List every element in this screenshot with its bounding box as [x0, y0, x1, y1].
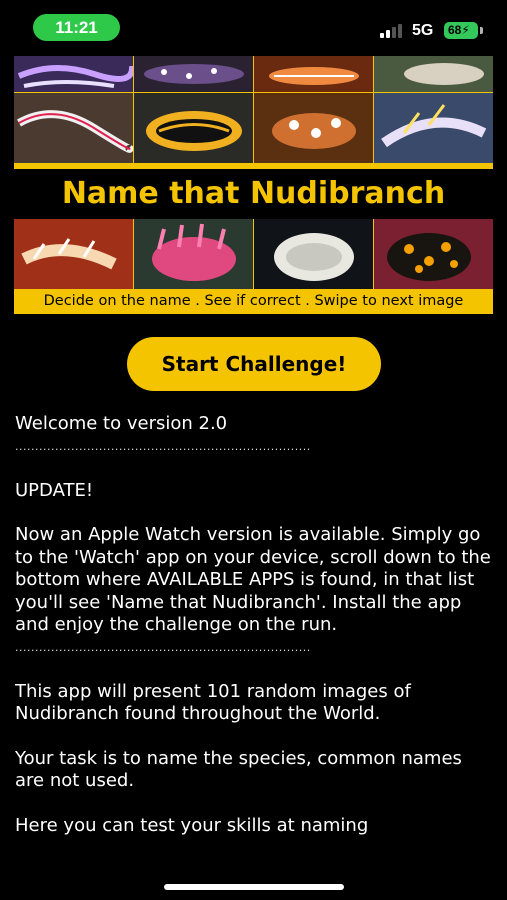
task-text: Your task is to name the species, common…: [15, 747, 462, 792]
update-text: Now an Apple Watch version is available.…: [15, 524, 491, 635]
home-indicator[interactable]: [164, 884, 344, 890]
intro-text: This app will present 101 random images …: [15, 680, 411, 725]
info-text: Welcome to version 2.0 .................…: [15, 413, 495, 837]
update-heading: UPDATE!: [15, 479, 94, 501]
skills-text: Here you can test your skills at naming: [15, 814, 369, 836]
banner-tagline: Decide on the name . See if correct . Sw…: [43, 293, 464, 309]
battery-icon: 68⚡: [444, 22, 478, 39]
nudibranch-photo-12: [374, 219, 493, 289]
nudibranch-photo-9: [14, 219, 133, 289]
nudibranch-photo-2: [134, 56, 253, 92]
nudibranch-photo-1: [14, 56, 133, 92]
nudibranch-photo-10: [134, 219, 253, 289]
nudibranch-photo-6: [134, 93, 253, 163]
nudibranch-photo-7: [254, 93, 373, 163]
nudibranch-photo-11: [254, 219, 373, 289]
divider: ........................................…: [15, 640, 311, 654]
signal-icon: [380, 22, 406, 38]
network-type: 5G: [412, 22, 434, 39]
battery-tip: [480, 27, 483, 34]
status-bar: 11:21 5G 68⚡: [0, 0, 507, 54]
start-challenge-button[interactable]: Start Challenge!: [127, 337, 381, 391]
welcome-text: Welcome to version 2.0: [15, 413, 228, 434]
divider: ........................................…: [15, 439, 311, 453]
nudibranch-photo-8: [374, 93, 493, 163]
clock-time[interactable]: 11:21: [33, 14, 120, 41]
nudibranch-photo-3: [254, 56, 373, 92]
app-banner: Name that Nudibranch Decide on the name …: [14, 56, 493, 314]
nudibranch-photo-4: [374, 56, 493, 92]
app-title: Name that Nudibranch: [14, 169, 493, 219]
battery-level: 68: [448, 23, 462, 37]
nudibranch-photo-5: [14, 93, 133, 163]
